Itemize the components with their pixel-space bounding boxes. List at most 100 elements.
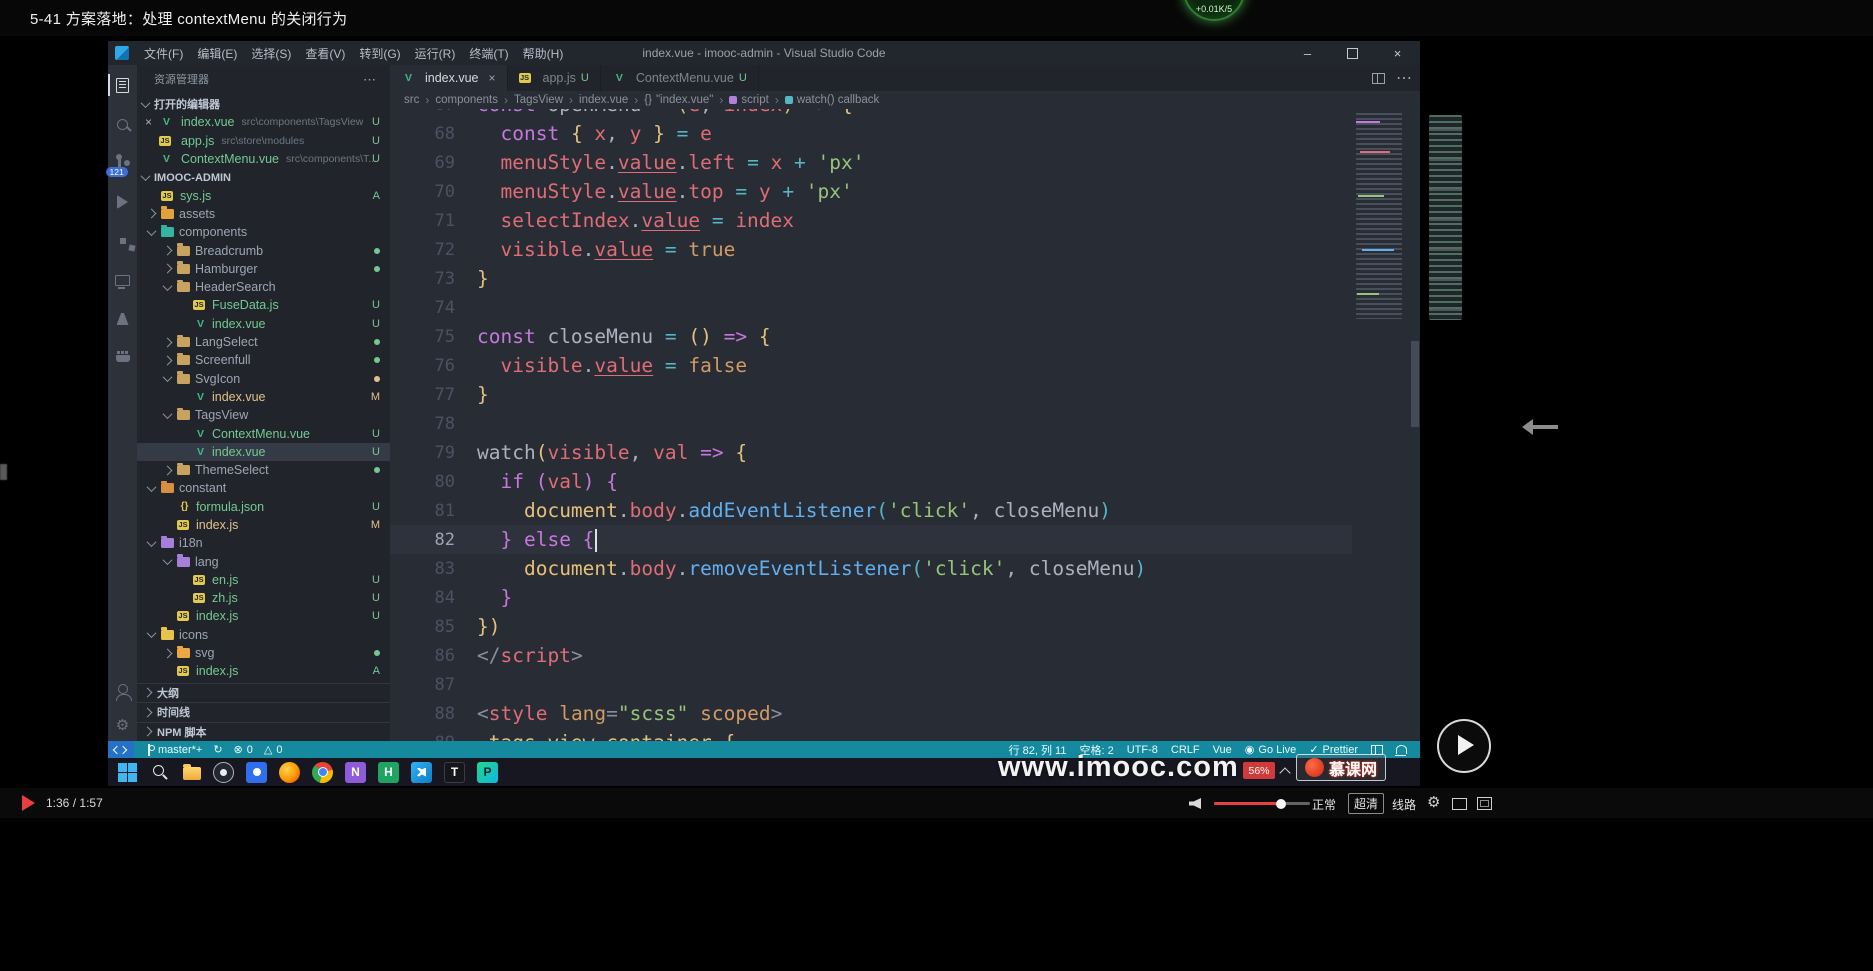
taskbar-vscode[interactable] [411, 761, 432, 783]
menubar-item[interactable]: 终端(T) [462, 41, 515, 66]
sidebar-panel-大纲[interactable]: 大纲 [137, 682, 390, 703]
editor-scrollbar[interactable] [1410, 109, 1420, 741]
breadcrumb-item[interactable]: script [729, 94, 769, 106]
close-editor-icon[interactable]: × [145, 115, 159, 129]
breadcrumb-item[interactable]: watch() callback [784, 94, 879, 106]
menubar-item[interactable]: 转到(G) [352, 41, 407, 66]
code-line[interactable]: 77} [390, 380, 1352, 409]
code-line[interactable]: 75 const closeMenu = () => { [390, 322, 1352, 351]
maximize-button[interactable] [1330, 41, 1375, 65]
code-line[interactable]: 68 const { x, y } = e [390, 119, 1352, 148]
more-actions-icon[interactable]: ⋯ [1396, 68, 1412, 88]
route-button[interactable]: 线路 [1392, 796, 1416, 813]
scrollbar-thumb[interactable] [1411, 341, 1419, 427]
taskbar-search[interactable] [150, 762, 171, 783]
open-editors-header[interactable]: 打开的编辑器 [137, 95, 390, 113]
code-line[interactable]: 89.tags-view-container { [390, 728, 1352, 741]
code-line[interactable]: 71 selectIndex.value = index [390, 206, 1352, 235]
breadcrumb-item[interactable]: index.vue [579, 94, 628, 106]
tree-folder[interactable]: ThemeSelect [137, 461, 390, 479]
minimize-button[interactable]: – [1285, 41, 1330, 65]
tree-folder[interactable]: lang [137, 552, 390, 570]
tree-folder[interactable]: i18n [137, 534, 390, 552]
split-editor-icon[interactable] [1372, 72, 1385, 84]
tree-folder[interactable]: Screenfull [137, 351, 390, 369]
code-line[interactable]: 73} [390, 264, 1352, 293]
tree-file[interactable]: {} formula.json U [137, 498, 390, 516]
taskbar-obs[interactable] [213, 761, 234, 783]
remote-explorer-icon[interactable] [113, 270, 133, 290]
test-icon[interactable] [113, 309, 133, 329]
remote-indicator[interactable] [108, 741, 134, 758]
sidebar-more-actions[interactable]: ⋯ [363, 72, 376, 88]
menubar-item[interactable]: 运行(R) [408, 41, 463, 66]
quality-button[interactable]: 超清 [1348, 793, 1385, 814]
code-line[interactable]: 86 </script> [390, 641, 1352, 670]
open-editor-item[interactable]: V ContextMenu.vue src\components\T... U [137, 150, 390, 169]
player-settings-icon[interactable]: ⚙ [1427, 793, 1440, 811]
minimap[interactable] [1352, 109, 1410, 741]
tree-folder[interactable]: Hamburger [137, 260, 390, 278]
close-tab-icon[interactable]: × [489, 71, 496, 85]
tab-app.js[interactable]: JS app.js U [508, 65, 601, 91]
code-line[interactable]: 74 [390, 293, 1352, 322]
code-line[interactable]: 79 watch(visible, val => { [390, 438, 1352, 467]
search-icon[interactable] [113, 114, 133, 134]
code-line[interactable]: 81 document.body.addEventListener('click… [390, 496, 1352, 525]
tree-file[interactable]: JS FuseData.js U [137, 296, 390, 314]
status-layout[interactable] [1371, 744, 1383, 755]
play-overlay-button[interactable] [1437, 719, 1491, 773]
close-button[interactable]: × [1375, 41, 1420, 65]
tree-file[interactable]: V ContextMenu.vue U [137, 424, 390, 442]
tree-file[interactable]: Vindex.vue U [137, 442, 390, 461]
tree-file[interactable]: Vindex.vue M [137, 388, 390, 406]
tree-file[interactable]: JS sys.js A [137, 187, 390, 205]
code-line[interactable]: 76 visible.value = false [390, 351, 1352, 380]
volume-slider[interactable] [1214, 798, 1310, 809]
tree-folder[interactable]: svg [137, 644, 390, 662]
code-line[interactable]: 78 [390, 409, 1352, 438]
tree-file[interactable]: JS zh.js U [137, 589, 390, 607]
breadcrumb-item[interactable]: {} "index.vue" [644, 94, 713, 106]
tree-folder[interactable]: SvgIcon [137, 369, 390, 387]
tree-file[interactable]: JS index.js A [137, 662, 390, 680]
code-line[interactable]: 83 document.body.removeEventListener('cl… [390, 554, 1352, 583]
tab-ContextMenu.vue[interactable]: V ContextMenu.vue U [601, 65, 759, 91]
taskbar-typora[interactable]: T [444, 761, 465, 783]
taskbar-pycharm[interactable]: P [477, 761, 498, 783]
breadcrumb-item[interactable]: components [435, 94, 498, 106]
taskbar-chrome[interactable] [312, 761, 333, 783]
taskbar-h-app[interactable]: H [378, 761, 399, 783]
tree-folder[interactable]: HeaderSearch [137, 278, 390, 296]
status-broadcast[interactable]: ◉ Go Live [1245, 743, 1297, 757]
play-button[interactable] [22, 795, 35, 811]
tree-file[interactable]: JS index.js U [137, 607, 390, 625]
code-line[interactable]: 70 menuStyle.value.top = y + 'px' [390, 177, 1352, 206]
breadcrumb-item[interactable]: TagsView [514, 94, 563, 106]
volume-knob[interactable] [1276, 798, 1287, 809]
tree-file[interactable]: JS en.js U [137, 571, 390, 589]
code-line[interactable]: 82 } else { [390, 525, 1352, 554]
docker-icon[interactable] [113, 348, 133, 368]
settings-icon[interactable]: ⚙ [113, 715, 133, 735]
menubar-item[interactable]: 帮助(H) [516, 41, 571, 66]
menubar-item[interactable]: 选择(S) [244, 41, 298, 66]
taskbar-file-explorer[interactable] [183, 764, 201, 780]
source-control-icon[interactable]: 121 [105, 153, 133, 177]
code-line[interactable]: 69 menuStyle.value.left = x + 'px' [390, 148, 1352, 177]
menubar-item[interactable]: 查看(V) [298, 41, 352, 66]
tree-file[interactable]: JS index.js M [137, 516, 390, 534]
code-line[interactable]: 87 [390, 670, 1352, 699]
menubar-item[interactable]: 编辑(E) [190, 41, 244, 66]
code-line[interactable]: 67const openMenu = (e, index) => { [390, 109, 1352, 119]
breadcrumb-item[interactable]: src [404, 94, 419, 106]
code-editor[interactable]: 67const openMenu = (e, index) => {68 con… [390, 109, 1352, 741]
explorer-icon[interactable] [107, 74, 133, 96]
tree-folder[interactable]: TagsView [137, 406, 390, 424]
fullscreen-icon[interactable] [1477, 797, 1492, 810]
run-debug-icon[interactable] [113, 192, 133, 212]
status-error[interactable]: ⊗ 0 [234, 743, 253, 757]
code-line[interactable]: 88 <style lang="scss" scoped> [390, 699, 1352, 728]
account-icon[interactable] [113, 679, 133, 701]
tree-folder[interactable]: components [137, 223, 390, 241]
